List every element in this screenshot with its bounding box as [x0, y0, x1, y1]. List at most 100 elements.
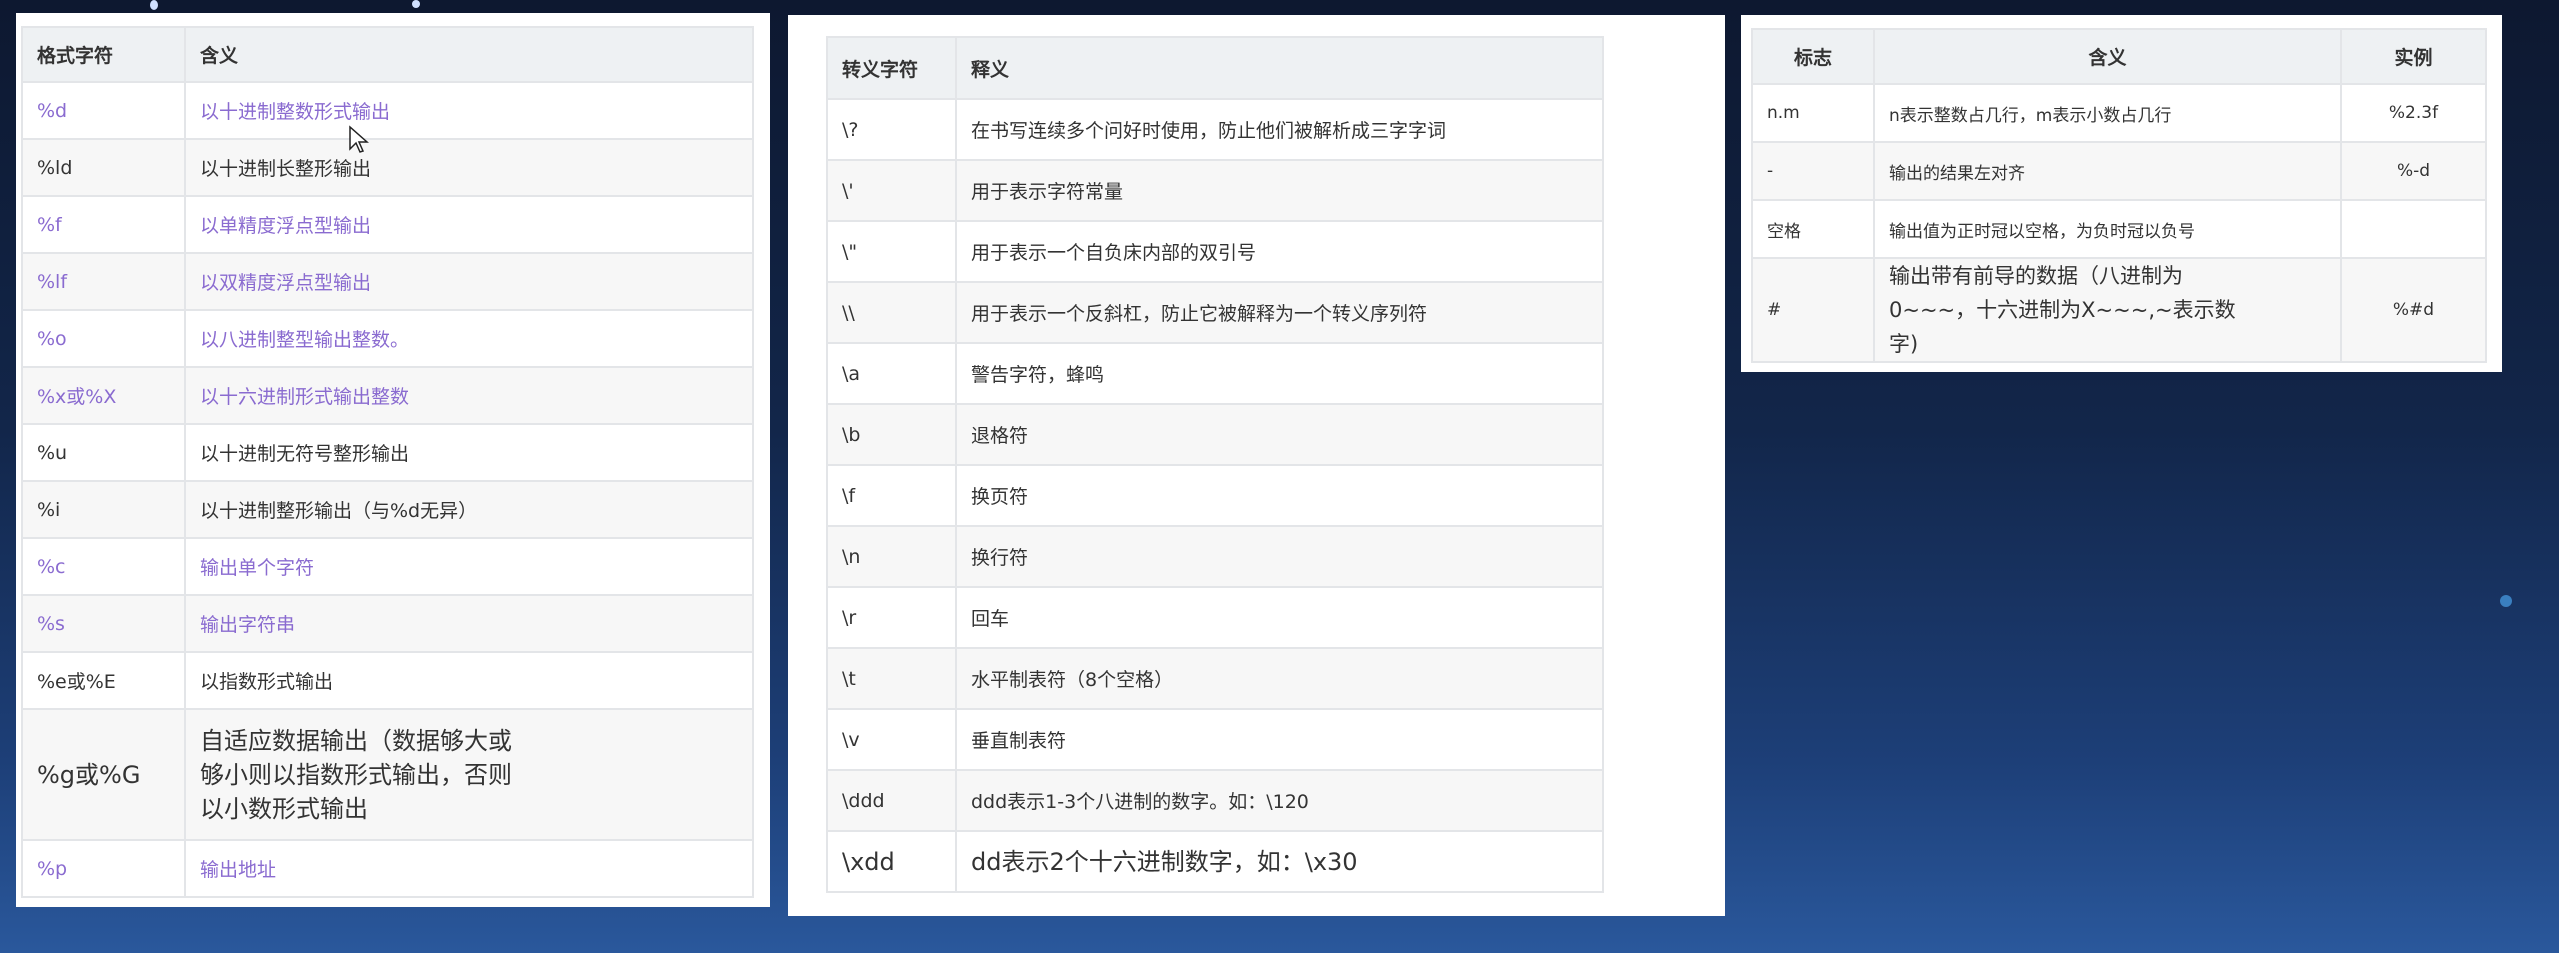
table-row: %c 输出单个字符	[21, 537, 754, 596]
format-code: %p	[21, 839, 186, 898]
escape-meaning: 垂直制表符	[955, 708, 1604, 771]
table-row: %g或%G 自适应数据输出（数据够大或够小则以指数形式输出，否则以小数形式输出	[21, 708, 754, 841]
escape-code: \b	[826, 403, 957, 466]
header-meaning: 含义	[184, 26, 754, 83]
table-row: \" 用于表示一个自负床内部的双引号	[826, 220, 1604, 283]
format-code: %c	[21, 537, 186, 596]
flag-name: 空格	[1751, 199, 1875, 259]
escape-code: \r	[826, 586, 957, 649]
flag-name: #	[1751, 257, 1875, 363]
flag-example: %-d	[2340, 141, 2487, 201]
escape-code: \ddd	[826, 769, 957, 832]
table-row: \' 用于表示字符常量	[826, 159, 1604, 222]
table-row: %u 以十进制无符号整形输出	[21, 423, 754, 482]
format-meaning: 以十六进制形式输出整数	[184, 366, 754, 425]
flag-meaning: 输出的结果左对齐	[1873, 141, 2342, 201]
escape-code: \\	[826, 281, 957, 344]
table-row: \r 回车	[826, 586, 1604, 649]
format-meaning: 以指数形式输出	[184, 651, 754, 710]
format-meaning: 以十进制长整形输出	[184, 138, 754, 197]
flag-example: %#d	[2340, 257, 2487, 363]
table-row: %o 以八进制整型输出整数。	[21, 309, 754, 368]
table-row: %s 输出字符串	[21, 594, 754, 653]
table-row: \a 警告字符，蜂鸣	[826, 342, 1604, 405]
table-row: \b 退格符	[826, 403, 1604, 466]
flag-meaning: n表示整数占几行，m表示小数占几行	[1873, 83, 2342, 143]
format-meaning: 以八进制整型输出整数。	[184, 309, 754, 368]
table-row: %x或%X 以十六进制形式输出整数	[21, 366, 754, 425]
escape-code: \n	[826, 525, 957, 588]
header-escape-char: 转义字符	[826, 36, 957, 100]
format-specifier-table: 格式字符 含义 %d 以十进制整数形式输出 %ld 以十进制长整形输出 %f 以单精度浮点…	[21, 26, 754, 898]
escape-code: \v	[826, 708, 957, 771]
table-row: 空格 输出值为正时冠以空格，为负时冠以负号	[1751, 199, 2487, 259]
table-row: - 输出的结果左对齐 %-d	[1751, 141, 2487, 201]
escape-meaning: 用于表示一个反斜杠，防止它被解释为一个转义序列符	[955, 281, 1604, 344]
escape-sequence-panel: 转义字符 释义 \? 在书写连续多个问好时使用，防止他们被解析成三字字词 \' 用于表…	[788, 15, 1725, 916]
table-row: %ld 以十进制长整形输出	[21, 138, 754, 197]
escape-meaning: dd表示2个十六进制数字，如：\x30	[955, 830, 1604, 893]
table-row: %f 以单精度浮点型输出	[21, 195, 754, 254]
flag-meaning: 输出值为正时冠以空格，为负时冠以负号	[1873, 199, 2342, 259]
format-meaning: 自适应数据输出（数据够大或够小则以指数形式输出，否则以小数形式输出	[184, 708, 754, 841]
format-meaning: 输出单个字符	[184, 537, 754, 596]
escape-meaning: 退格符	[955, 403, 1604, 466]
header-format-char: 格式字符	[21, 26, 186, 83]
background-node	[412, 0, 420, 8]
escape-meaning: 回车	[955, 586, 1604, 649]
background-node	[2500, 595, 2512, 607]
flag-table: 标志 含义 实例 n.m n表示整数占几行，m表示小数占几行 %2.3f - 输出的结果…	[1751, 28, 2487, 363]
escape-code: \"	[826, 220, 957, 283]
table-row: \n 换行符	[826, 525, 1604, 588]
flag-name: -	[1751, 141, 1875, 201]
format-code: %f	[21, 195, 186, 254]
format-code: %ld	[21, 138, 186, 197]
header-flag: 标志	[1751, 28, 1875, 85]
escape-meaning: 水平制表符（8个空格）	[955, 647, 1604, 710]
flag-example: %2.3f	[2340, 83, 2487, 143]
header-explanation: 释义	[955, 36, 1604, 100]
escape-meaning: 警告字符，蜂鸣	[955, 342, 1604, 405]
table-row: \? 在书写连续多个问好时使用，防止他们被解析成三字字词	[826, 98, 1604, 161]
format-code: %g或%G	[21, 708, 186, 841]
table-row: %i 以十进制整形输出（与%d无异）	[21, 480, 754, 539]
format-specifier-panel: 格式字符 含义 %d 以十进制整数形式输出 %ld 以十进制长整形输出 %f 以单精度浮点…	[16, 13, 770, 907]
table-row: \f 换页符	[826, 464, 1604, 527]
background-node	[150, 0, 158, 10]
table-row: n.m n表示整数占几行，m表示小数占几行 %2.3f	[1751, 83, 2487, 143]
table-row: %d 以十进制整数形式输出	[21, 81, 754, 140]
escape-code: \a	[826, 342, 957, 405]
format-meaning: 输出地址	[184, 839, 754, 898]
header-meaning: 含义	[1873, 28, 2342, 85]
table-row: %lf 以双精度浮点型输出	[21, 252, 754, 311]
escape-code: \f	[826, 464, 957, 527]
table-row: \xdd dd表示2个十六进制数字，如：\x30	[826, 830, 1604, 893]
table-row: # 输出带有前导的数据（八进制为0~~~，十六进制为X~~~,~表示数字) %#d	[1751, 257, 2487, 363]
format-code: %d	[21, 81, 186, 140]
escape-meaning: 用于表示一个自负床内部的双引号	[955, 220, 1604, 283]
escape-code: \t	[826, 647, 957, 710]
escape-meaning: 在书写连续多个问好时使用，防止他们被解析成三字字词	[955, 98, 1604, 161]
escape-code: \xdd	[826, 830, 957, 893]
escape-meaning: ddd表示1-3个八进制的数字。如：\120	[955, 769, 1604, 832]
escape-meaning: 换页符	[955, 464, 1604, 527]
escape-code: \'	[826, 159, 957, 222]
flag-panel: 标志 含义 实例 n.m n表示整数占几行，m表示小数占几行 %2.3f - 输出的结果…	[1741, 15, 2502, 372]
table-row: \t 水平制表符（8个空格）	[826, 647, 1604, 710]
flag-name: n.m	[1751, 83, 1875, 143]
mouse-cursor-icon	[349, 125, 369, 153]
table-row: \v 垂直制表符	[826, 708, 1604, 771]
format-meaning: 以十进制无符号整形输出	[184, 423, 754, 482]
flag-meaning: 输出带有前导的数据（八进制为0~~~，十六进制为X~~~,~表示数字)	[1873, 257, 2342, 363]
format-code: %u	[21, 423, 186, 482]
format-meaning: 以十进制整数形式输出	[184, 81, 754, 140]
format-code: %lf	[21, 252, 186, 311]
escape-sequence-table: 转义字符 释义 \? 在书写连续多个问好时使用，防止他们被解析成三字字词 \' 用于表…	[826, 36, 1604, 893]
format-code: %o	[21, 309, 186, 368]
escape-code: \?	[826, 98, 957, 161]
table-row: %p 输出地址	[21, 839, 754, 898]
header-example: 实例	[2340, 28, 2487, 85]
table-row: %e或%E 以指数形式输出	[21, 651, 754, 710]
table-row: \ddd ddd表示1-3个八进制的数字。如：\120	[826, 769, 1604, 832]
escape-meaning: 换行符	[955, 525, 1604, 588]
